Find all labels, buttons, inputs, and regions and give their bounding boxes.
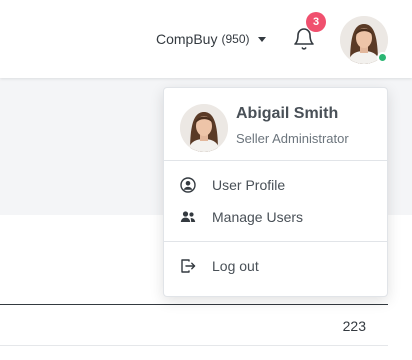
company-count: (950): [221, 32, 250, 46]
menu-item-manage-users[interactable]: Manage Users: [164, 201, 387, 233]
avatar-photo: [180, 104, 228, 152]
dropdown-divider: [164, 160, 387, 161]
dropdown-user-header: Abigail Smith Seller Administrator: [164, 88, 387, 160]
logout-icon: [181, 259, 196, 273]
menu-item-label: Manage Users: [212, 209, 304, 225]
online-status-dot: [377, 52, 388, 63]
menu-item-log-out[interactable]: Log out: [164, 250, 387, 282]
menu-item-label: Log out: [212, 258, 259, 274]
user-dropdown-menu: Abigail Smith Seller Administrator User …: [163, 87, 388, 297]
table-cell-value: 223: [342, 318, 366, 334]
notification-count-badge: 3: [306, 12, 326, 32]
table-row-divider: [0, 345, 388, 346]
users-icon: [180, 211, 196, 222]
dropdown-user-name: Abigail Smith: [236, 105, 339, 122]
company-name: CompBuy: [156, 31, 218, 47]
caret-down-icon: [258, 36, 267, 42]
menu-item-user-profile[interactable]: User Profile: [164, 169, 387, 201]
dropdown-avatar: [180, 104, 228, 152]
top-navbar: CompBuy (950) 3: [0, 0, 412, 78]
dropdown-divider: [164, 241, 387, 242]
dropdown-user-role: Seller Administrator: [236, 131, 349, 146]
company-selector[interactable]: CompBuy (950): [156, 28, 267, 50]
user-circle-icon: [180, 177, 196, 193]
menu-item-label: User Profile: [212, 177, 286, 193]
table-header-rule: [0, 304, 388, 305]
